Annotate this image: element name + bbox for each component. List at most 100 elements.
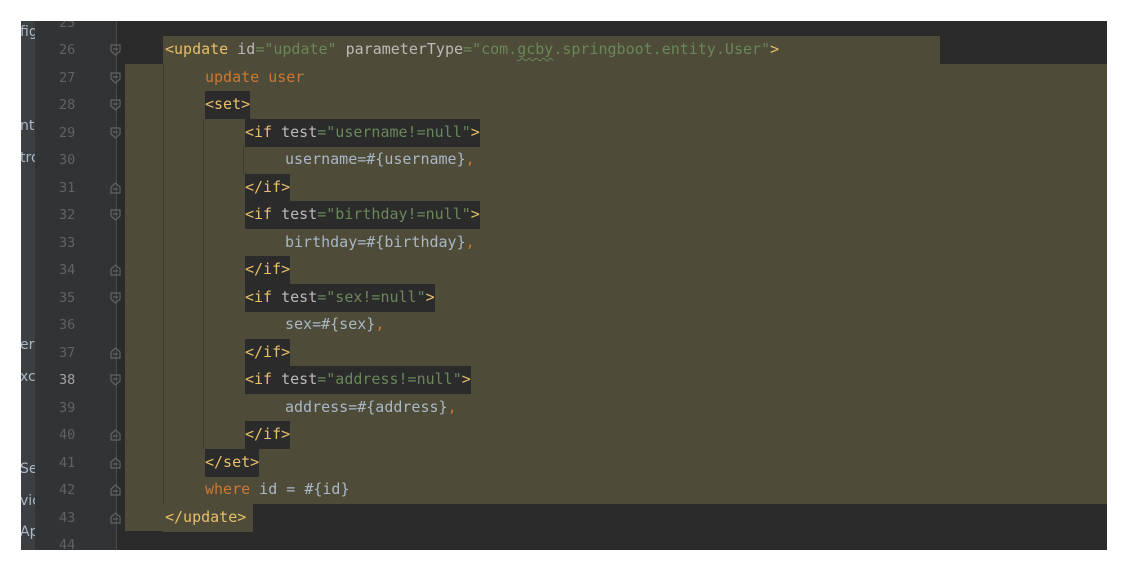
xml-punct: = [317,370,327,388]
line-number: 29 [59,125,76,141]
code-line: <if test="username!=null"> [245,119,480,147]
xml-tag: </update> [165,508,247,526]
panel-text-fragment: Ap [21,524,35,540]
xml-attribute: test [272,370,318,388]
code-line: </if> [245,421,291,449]
line-number: 39 [59,400,76,416]
line-number: 44 [59,537,76,550]
xml-punct: = [317,288,327,306]
xml-value: "com. [472,40,518,58]
panel-text-fragment: vic [21,493,35,509]
panel-text-fragment: nt [21,118,35,134]
xml-tag: > [425,288,435,306]
xml-tag: </if> [245,260,291,278]
xml-tag: <if [245,123,273,141]
sql-text: id = #{id} [250,480,350,498]
code-line: <set> [205,91,251,119]
code-line: <update id="update" parameterType="com.g… [165,36,779,64]
code-line: </if> [245,339,291,367]
code-line: <if test="address!=null"> [245,366,471,394]
sql-comma: , [447,398,457,416]
code-line: sex=#{sex}, [285,311,384,339]
line-number: 27 [59,70,76,86]
sql-keyword: where [205,480,251,498]
line-number: 41 [59,455,76,471]
line-number: 33 [59,235,76,251]
xml-tag: > [770,40,780,58]
xml-tag: <if [245,370,273,388]
line-number-gutter[interactable]: 25 26 27 28 29 30 31 32 33 34 35 36 37 3… [35,21,116,550]
xml-tag: > [461,370,471,388]
xml-tag: > [470,205,480,223]
xml-tag: </if> [245,178,291,196]
sql-comma: , [465,150,475,168]
code-line: username=#{username}, [285,146,475,174]
xml-punct: = [255,40,265,58]
code-editor[interactable]: fig nt tro erB xco Se vic Ap 25 26 27 28… [21,21,1107,550]
xml-attribute: id [228,40,256,58]
panel-text-fragment: fig [21,24,35,40]
xml-value: "address!=null" [326,370,462,388]
selection-highlight [125,64,163,531]
project-panel-edge[interactable]: fig nt tro erB xco Se vic Ap [21,21,35,550]
sql-text: username=#{username} [285,150,466,168]
code-line: <if test="birthday!=null"> [245,201,480,229]
xml-tag: </set> [205,453,260,471]
code-line: birthday=#{birthday}, [285,229,475,257]
code-line: </set> [205,449,260,477]
xml-punct: = [317,123,327,141]
xml-punct: = [317,205,327,223]
line-number: 30 [59,152,76,168]
xml-punct: = [463,40,473,58]
sql-text: address=#{address} [285,398,448,416]
line-number: 32 [59,207,76,223]
typo-underlined-text: gcby [517,40,554,58]
line-number: 25 [59,21,76,31]
xml-attribute: test [272,205,318,223]
line-number: 28 [59,97,76,113]
line-number: 34 [59,262,76,278]
panel-text-fragment: tro [21,150,35,166]
line-number: 42 [59,482,76,498]
xml-tag: <if [245,288,273,306]
indent-guide [243,146,244,174]
xml-tag: <set> [205,95,251,113]
xml-attribute: parameterType [336,40,464,58]
panel-text-fragment: xco [21,369,35,385]
sql-comma: , [465,233,475,251]
xml-value: "sex!=null" [326,288,426,306]
xml-tag: <update [165,40,229,58]
code-area[interactable]: <update id="update" parameterType="com.g… [117,21,1107,550]
code-line: <if test="sex!=null"> [245,284,435,312]
xml-value: "username!=null" [326,123,471,141]
line-number: 31 [59,180,76,196]
xml-attribute: test [272,123,318,141]
xml-value: .springboot.entity.User" [553,40,771,58]
current-line-number: 38 [59,372,76,388]
sql-comma: , [375,315,385,333]
line-number: 35 [59,290,76,306]
xml-value: "update" [264,40,337,58]
xml-tag: <if [245,205,273,223]
sql-keyword: update [205,68,260,86]
code-line: where id = #{id} [205,476,350,504]
xml-tag: > [470,123,480,141]
sql-text: sex=#{sex} [285,315,376,333]
code-line: update user [205,64,304,92]
line-number: 40 [59,427,76,443]
xml-attribute: test [272,288,318,306]
code-line: </if> [245,256,291,284]
xml-value: "birthday!=null" [326,205,471,223]
code-line: </if> [245,174,291,202]
indent-guide [203,119,204,449]
indent-guide [163,64,164,504]
line-number: 36 [59,317,76,333]
xml-tag: </if> [245,343,291,361]
code-line: </update> [165,504,246,532]
sql-keyword: user [268,68,305,86]
sql-text: birthday=#{birthday} [285,233,466,251]
panel-text-fragment: erB [21,337,35,353]
panel-text-fragment: Se [21,461,35,477]
xml-tag: </if> [245,425,291,443]
